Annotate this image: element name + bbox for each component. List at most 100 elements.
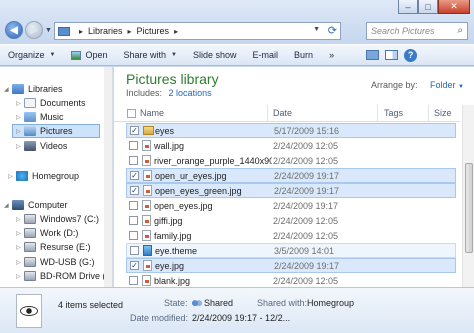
navigation-pane: ◢ Libraries ▷ Documents ▷ Music ▷ Pictur…	[0, 67, 113, 287]
column-size[interactable]: Size	[434, 108, 452, 118]
email-button[interactable]: E-mail	[245, 45, 287, 65]
file-name: river_orange_purple_1440x900.jpg	[154, 155, 272, 166]
row-checkbox[interactable]: ✓	[130, 171, 139, 180]
expand-triangle-icon[interactable]: ▷	[16, 259, 24, 266]
column-name[interactable]: Name	[140, 108, 164, 118]
chevron-right-icon[interactable]: ▸	[79, 27, 83, 36]
maximize-button[interactable]: □	[418, 0, 438, 14]
sidebar-item-homegroup[interactable]: ▷ Homegroup	[8, 169, 79, 183]
row-checkbox[interactable]	[129, 156, 138, 165]
search-icon[interactable]: ⌕	[457, 25, 463, 36]
table-row[interactable]: family.jpg 2/24/2009 12:05	[126, 228, 456, 243]
back-button[interactable]: ◀	[5, 21, 23, 39]
image-icon	[71, 50, 82, 60]
selection-thumbnail	[16, 294, 42, 328]
sidebar-item-drive-d[interactable]: ▷ Work (D:)	[16, 226, 78, 240]
column-divider[interactable]	[428, 105, 429, 121]
breadcrumb-libraries[interactable]: Libraries	[88, 26, 123, 36]
collapse-triangle-icon[interactable]: ◢	[4, 86, 12, 93]
expand-triangle-icon[interactable]: ▷	[16, 230, 24, 237]
sidebar-item-libraries[interactable]: ◢ Libraries	[4, 82, 63, 96]
search-input[interactable]: Search Pictures ⌕	[366, 22, 468, 40]
forward-button[interactable]: ▶	[25, 21, 43, 39]
expand-triangle-icon[interactable]: ▷	[8, 173, 16, 180]
sidebar-item-label: WD-USB (G:)	[40, 257, 95, 267]
more-commands-button[interactable]: »	[321, 45, 342, 65]
scrollbar-thumb[interactable]	[465, 163, 473, 253]
file-name: open_ur_eyes.jpg	[155, 170, 227, 181]
change-view-icon[interactable]	[366, 50, 380, 60]
row-checkbox[interactable]	[129, 216, 138, 225]
file-name: giffi.jpg	[154, 215, 183, 226]
arrow-right-icon: ▶	[30, 24, 38, 36]
table-row[interactable]: river_orange_purple_1440x900.jpg2/24/200…	[126, 153, 456, 168]
more-label: »	[329, 50, 335, 60]
row-checkbox[interactable]: ✓	[130, 126, 139, 135]
recent-pages-dropdown[interactable]: ▼	[45, 27, 52, 34]
file-list-scrollbar[interactable]	[462, 105, 474, 287]
navigation-scrollbar[interactable]	[104, 67, 112, 287]
table-row[interactable]: wall.jpg 2/24/2009 12:05	[126, 138, 456, 153]
table-row[interactable]: blank.jpg 2/24/2009 12:05	[126, 273, 456, 287]
share-with-button[interactable]: Share with ▼	[116, 45, 185, 65]
table-row[interactable]: giffi.jpg 2/24/2009 12:05	[126, 213, 456, 228]
expand-triangle-icon[interactable]: ▷	[16, 100, 24, 107]
minimize-button[interactable]: –	[398, 0, 418, 14]
refresh-icon[interactable]: ⟳	[328, 24, 337, 37]
open-button[interactable]: Open	[63, 45, 115, 65]
sidebar-item-videos[interactable]: ▷ Videos	[16, 139, 67, 153]
table-row[interactable]: ✓ open_ur_eyes.jpg 2/24/2009 19:17	[126, 168, 456, 183]
breadcrumb-pictures[interactable]: Pictures	[137, 26, 170, 36]
sidebar-item-drive-g[interactable]: ▷ WD-USB (G:)	[16, 255, 95, 269]
arrange-by-dropdown[interactable]: Folder ▼	[430, 80, 464, 90]
file-date: 2/24/2009 19:17	[274, 170, 340, 181]
expand-triangle-icon[interactable]: ▷	[16, 114, 24, 121]
help-icon[interactable]: ?	[404, 48, 418, 62]
row-checkbox[interactable]: ✓	[130, 261, 139, 270]
select-all-checkbox[interactable]	[127, 109, 136, 118]
expand-triangle-icon[interactable]: ▷	[16, 273, 24, 280]
row-checkbox[interactable]	[130, 246, 139, 255]
table-row[interactable]: eye.theme 3/5/2009 14:01	[126, 243, 456, 258]
expand-triangle-icon[interactable]: ▷	[16, 244, 24, 251]
preview-pane-icon[interactable]	[385, 50, 399, 60]
expand-triangle-icon[interactable]: ▷	[16, 143, 24, 150]
row-checkbox[interactable]	[129, 231, 138, 240]
burn-button[interactable]: Burn	[286, 45, 321, 65]
row-checkbox[interactable]	[129, 141, 138, 150]
table-row[interactable]: ✓ eyes 5/17/2009 15:16	[126, 123, 456, 138]
sidebar-item-pictures[interactable]: ▷ Pictures	[12, 124, 100, 138]
chevron-right-icon[interactable]: ▸	[128, 27, 132, 36]
organize-button[interactable]: Organize ▼	[0, 45, 63, 65]
locations-link[interactable]: 2 locations	[169, 88, 212, 98]
address-bar[interactable]: ▸ Libraries ▸ Pictures ▸ ▼ ⟳	[54, 22, 341, 40]
column-divider[interactable]	[377, 105, 378, 121]
column-divider[interactable]	[267, 105, 268, 121]
row-checkbox[interactable]: ✓	[130, 186, 139, 195]
expand-triangle-icon[interactable]: ▷	[16, 216, 24, 223]
slide-show-button[interactable]: Slide show	[185, 45, 245, 65]
music-icon	[24, 112, 36, 122]
slide-show-label: Slide show	[193, 50, 237, 60]
sidebar-item-drive-f[interactable]: ▷ BD-ROM Drive (F:)	[16, 269, 112, 283]
collapse-triangle-icon[interactable]: ◢	[4, 202, 12, 209]
table-row[interactable]: ✓ open_eyes_green.jpg 2/24/2009 19:17	[126, 183, 456, 198]
table-row[interactable]: ✓ eye.jpg 2/24/2009 19:17	[126, 258, 456, 273]
sidebar-item-drive-c[interactable]: ▷ Windows7 (C:)	[16, 212, 99, 226]
table-row[interactable]: open_eyes.jpg 2/24/2009 19:17	[126, 198, 456, 213]
close-button[interactable]: ✕	[438, 0, 470, 14]
sidebar-item-computer[interactable]: ◢ Computer	[4, 198, 68, 212]
sidebar-item-music[interactable]: ▷ Music	[16, 110, 64, 124]
chevron-right-icon[interactable]: ▸	[174, 27, 178, 36]
sidebar-item-documents[interactable]: ▷ Documents	[16, 96, 86, 110]
column-date[interactable]: Date	[273, 108, 292, 118]
row-checkbox[interactable]	[129, 201, 138, 210]
column-tags[interactable]: Tags	[384, 108, 403, 118]
file-name: eye.jpg	[155, 260, 185, 271]
row-checkbox[interactable]	[129, 276, 138, 285]
sidebar-item-drive-e[interactable]: ▷ Resurse (E:)	[16, 240, 91, 254]
address-history-dropdown[interactable]: ▼	[313, 26, 320, 33]
file-name: wall.jpg	[154, 140, 185, 151]
expand-triangle-icon[interactable]: ▷	[16, 128, 24, 135]
state-label: State:	[164, 298, 188, 308]
